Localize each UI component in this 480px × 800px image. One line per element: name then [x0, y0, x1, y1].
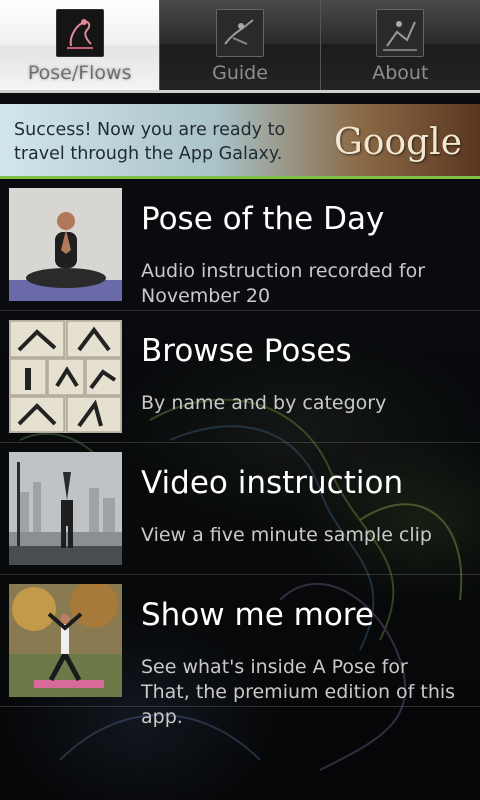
ad-text: Success! Now you are ready to travel thr…: [14, 120, 286, 164]
tab-guide[interactable]: Guide: [160, 0, 321, 90]
meditation-pose-photo: [9, 188, 122, 301]
tab-label: Guide: [212, 62, 268, 84]
item-subtitle: By name and by category: [141, 392, 387, 414]
list-item-browse-poses[interactable]: Browse Poses By name and by category: [0, 311, 480, 443]
item-title: Show me more: [141, 597, 374, 633]
guide-pose-icon: [215, 9, 264, 57]
pose-grid-photo: [9, 320, 122, 433]
item-subtitle: Audio instruction recorded for November …: [141, 260, 426, 307]
item-subtitle: See what's inside A Pose for That, the p…: [141, 656, 456, 728]
item-subtitle: View a five minute sample clip: [141, 524, 432, 546]
list-item-show-me-more[interactable]: Show me more See what's inside A Pose fo…: [0, 575, 480, 728]
menu-list: Pose of the Day Audio instruction record…: [0, 179, 480, 728]
item-title: Video instruction: [141, 465, 404, 501]
tab-pose-flows[interactable]: Pose/Flows: [0, 0, 161, 90]
ad-brand-logo: Google: [334, 122, 462, 163]
list-item-video-instruction[interactable]: Video instruction View a five minute sam…: [0, 443, 480, 575]
tab-bar: Pose/Flows Guide About: [0, 0, 480, 93]
item-title: Pose of the Day: [141, 201, 385, 237]
tab-about[interactable]: About: [320, 0, 480, 90]
city-skyline-pose-photo: [9, 452, 122, 565]
yoga-pose-icon: [55, 9, 104, 57]
item-title: Browse Poses: [141, 333, 352, 369]
tab-label: Pose/Flows: [0, 62, 159, 84]
outdoor-warrior-pose-photo: [9, 584, 122, 697]
list-item-pose-of-the-day[interactable]: Pose of the Day Audio instruction record…: [0, 179, 480, 311]
about-pose-icon: [376, 9, 425, 57]
tab-label: About: [372, 62, 429, 84]
ad-banner[interactable]: Success! Now you are ready to travel thr…: [0, 104, 480, 179]
